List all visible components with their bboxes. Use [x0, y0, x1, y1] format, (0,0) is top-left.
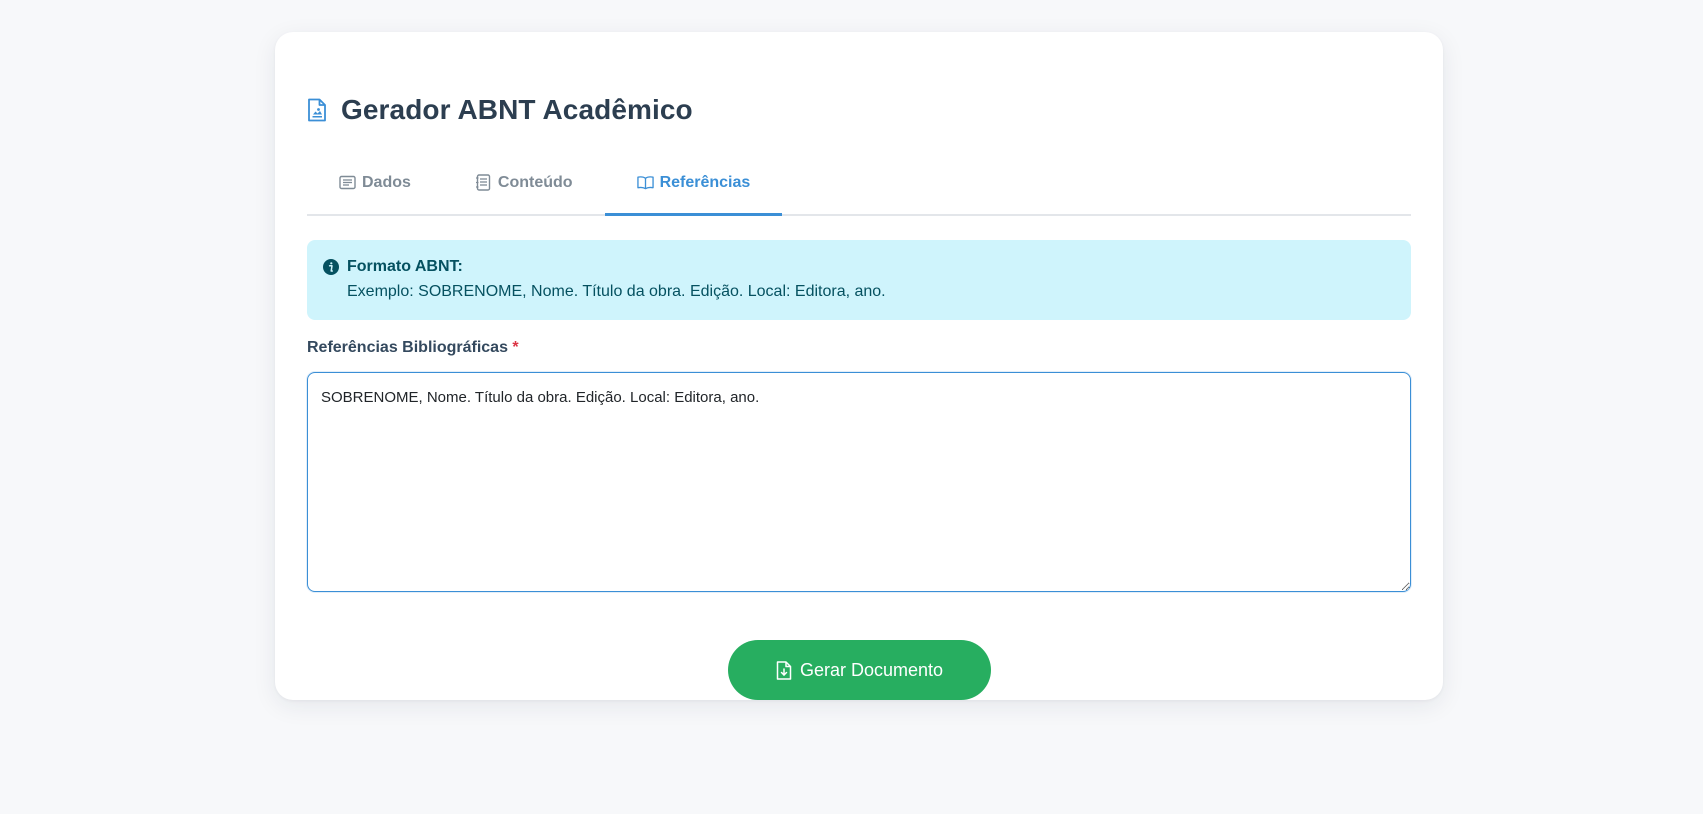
tab-dados[interactable]: Dados: [307, 162, 443, 214]
references-textarea[interactable]: SOBRENOME, Nome. Título da obra. Edição.…: [307, 372, 1411, 592]
info-icon: [323, 259, 339, 275]
tab-conteudo-label: Conteúdo: [497, 174, 573, 191]
required-mark: *: [512, 339, 519, 356]
tab-bar: Dados Conteúdo Referências: [307, 162, 1411, 216]
generate-document-label: Gerar Documento: [799, 659, 944, 680]
tab-conteudo[interactable]: Conteúdo: [443, 162, 605, 214]
info-alert: Formato ABNT: Exemplo: SOBRENOME, Nome. …: [307, 240, 1411, 320]
references-label: Referências Bibliográficas *: [307, 339, 519, 357]
notes-icon: [475, 174, 492, 191]
info-alert-title: Formato ABNT:: [347, 258, 463, 275]
generate-document-button[interactable]: Gerar Documento: [728, 640, 991, 700]
file-download-icon: [776, 660, 792, 680]
page-header: Gerador ABNT Acadêmico: [307, 94, 693, 126]
references-label-text: Referências Bibliográficas: [307, 339, 508, 356]
info-alert-text: Exemplo: SOBRENOME, Nome. Título da obra…: [347, 283, 886, 300]
tab-referencias[interactable]: Referências: [604, 162, 783, 216]
page-title: Gerador ABNT Acadêmico: [341, 94, 693, 125]
tab-referencias-label: Referências: [659, 174, 751, 191]
document-icon: [307, 96, 329, 124]
list-icon: [339, 174, 356, 191]
main-card: Gerador ABNT Acadêmico Dados Conteúdo Re…: [275, 32, 1443, 700]
book-icon: [636, 174, 654, 191]
tab-dados-label: Dados: [362, 174, 411, 191]
